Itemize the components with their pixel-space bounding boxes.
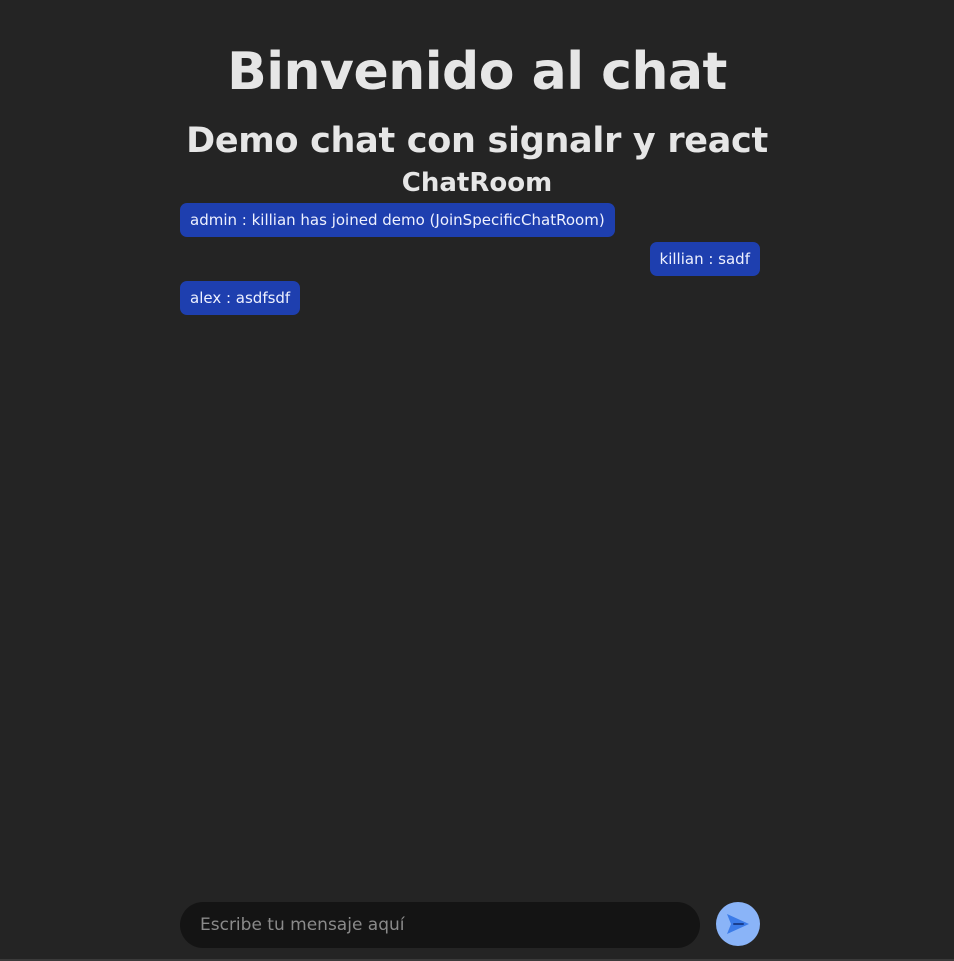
message-row: killian : sadf <box>180 242 760 276</box>
chat-room-title: ChatRoom <box>401 168 553 198</box>
page-subtitle: Demo chat con signalr y react <box>186 121 768 161</box>
message-row: alex : asdfsdf <box>180 281 760 315</box>
message-bubble: admin : killian has joined demo (JoinSpe… <box>180 203 615 237</box>
message-composer <box>180 902 760 948</box>
message-input[interactable] <box>180 902 700 948</box>
send-icon <box>725 912 751 936</box>
page-title: Binvenido al chat <box>227 42 727 102</box>
message-bubble: alex : asdfsdf <box>180 281 301 315</box>
chat-page: Binvenido al chat Demo chat con signalr … <box>0 0 954 961</box>
message-row: admin : killian has joined demo (JoinSpe… <box>180 203 760 237</box>
message-bubble: killian : sadf <box>649 242 760 276</box>
message-list: admin : killian has joined demo (JoinSpe… <box>180 203 760 320</box>
send-button[interactable] <box>716 902 760 946</box>
